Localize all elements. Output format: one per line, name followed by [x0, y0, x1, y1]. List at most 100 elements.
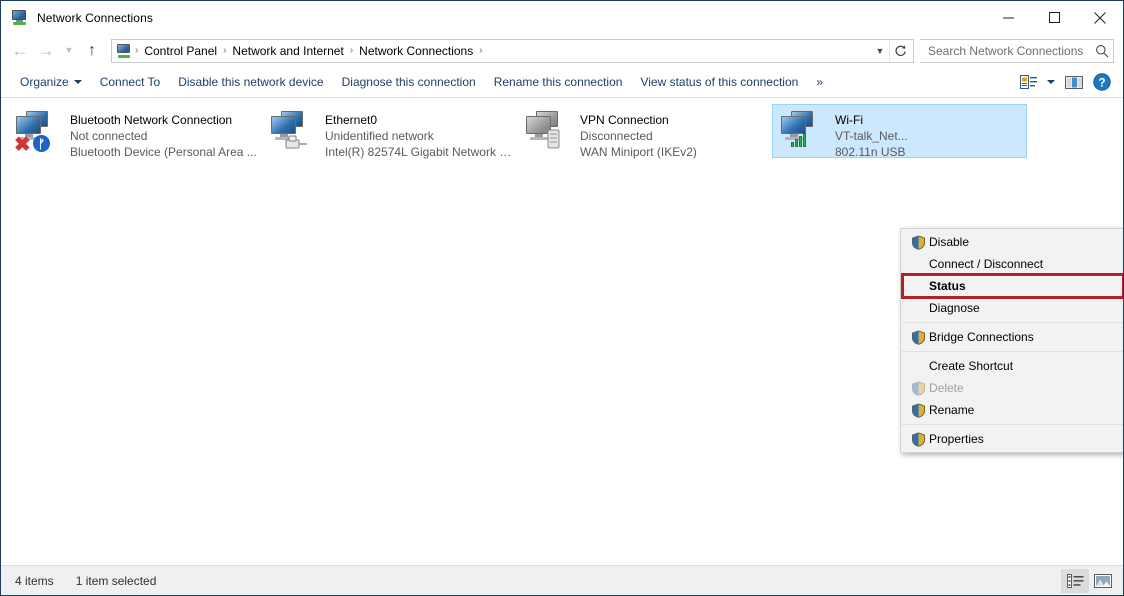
context-menu-separator — [902, 351, 1123, 352]
view-status-label: View status of this connection — [640, 75, 799, 89]
back-arrow-icon: ← — [11, 41, 29, 60]
change-view-icon — [1020, 74, 1037, 89]
vpn-server-badge — [547, 129, 560, 149]
breadcrumb-item-network-and-internet[interactable]: Network and Internet — [227, 42, 348, 60]
refresh-button[interactable] — [889, 39, 911, 62]
context-menu-label: Status — [929, 279, 966, 293]
connection-item-wifi[interactable]: Wi-Fi VT-talk_Net... 802.11n USB — [772, 104, 1027, 159]
connections-list-area: ✖ ᚠ Bluetooth Network Connection Not con… — [1, 98, 1123, 563]
connection-status: Unidentified network — [325, 129, 434, 143]
context-menu-item-properties[interactable]: Properties — [901, 428, 1123, 450]
shield-icon — [907, 380, 929, 396]
disabled-x-badge: ✖ — [14, 134, 31, 156]
connection-item-ethernet0[interactable]: Ethernet0 Unidentified network Intel(R) … — [262, 104, 517, 159]
search-box[interactable] — [920, 38, 1114, 63]
connection-status: VT-talk_Net... — [835, 129, 908, 143]
context-menu-item-bridge-connections[interactable]: Bridge Connections — [901, 326, 1123, 348]
maximize-button[interactable] — [1031, 1, 1077, 34]
search-icon — [1096, 44, 1109, 57]
selection-label: 1 item selected — [75, 573, 157, 588]
large-icons-view-button[interactable] — [1089, 569, 1117, 593]
forward-button[interactable]: → — [33, 39, 59, 63]
context-menu-item-rename[interactable]: Rename — [901, 399, 1123, 421]
breadcrumb-item-network-connections[interactable]: Network Connections — [354, 42, 478, 60]
connection-item-bluetooth[interactable]: ✖ ᚠ Bluetooth Network Connection Not con… — [7, 104, 262, 159]
change-view-dropdown[interactable] — [1043, 69, 1059, 95]
organize-button[interactable]: Organize — [11, 70, 91, 94]
details-view-button[interactable] — [1061, 568, 1089, 593]
details-view-icon — [1066, 573, 1083, 588]
close-button[interactable] — [1077, 1, 1123, 34]
context-menu-label: Properties — [929, 432, 984, 446]
context-menu-label: Rename — [929, 403, 975, 417]
breadcrumb-separator: › — [479, 45, 483, 56]
network-adapter-disabled-icon: ✖ ᚠ — [14, 109, 62, 156]
connect-to-button[interactable]: Connect To — [91, 70, 170, 94]
connection-status: Disconnected — [580, 129, 653, 143]
connection-device: 802.11n USB — [835, 145, 906, 159]
diagnose-connection-label: Diagnose this connection — [341, 75, 476, 89]
overflow-button[interactable]: » — [807, 70, 832, 94]
double-chevron-icon: » — [816, 75, 824, 89]
network-connections-window: Network Connections ← → ▼ ↑ › Control Pa… — [0, 0, 1124, 596]
context-menu-item-disable[interactable]: Disable — [901, 231, 1123, 253]
ethernet-plug-badge — [285, 135, 307, 149]
connection-name: Bluetooth Network Connection — [70, 113, 233, 127]
rename-connection-label: Rename this connection — [493, 75, 623, 89]
context-menu-separator — [902, 322, 1123, 323]
window-controls — [985, 1, 1123, 34]
address-bar-row: ← → ▼ ↑ › Control Panel › Network and In… — [1, 34, 1123, 67]
close-icon — [1094, 11, 1106, 24]
context-menu-item-connect-disconnect[interactable]: Connect / Disconnect — [901, 253, 1123, 275]
address-dropdown-button[interactable]: ▼ — [871, 40, 889, 62]
connection-device: WAN Miniport (IKEv2) — [580, 145, 697, 159]
rename-connection-button[interactable]: Rename this connection — [485, 70, 632, 94]
connection-name: Ethernet0 — [325, 113, 378, 127]
context-menu-item-diagnose[interactable]: Diagnose — [901, 297, 1123, 319]
context-menu-item-status[interactable]: Status — [901, 275, 1123, 297]
status-bar: 4 items 1 item selected — [1, 565, 1123, 595]
window-title: Network Connections — [37, 10, 153, 25]
preview-pane-button[interactable] — [1061, 69, 1087, 95]
preview-pane-icon — [1065, 75, 1083, 89]
connection-name: Wi-Fi — [835, 113, 863, 127]
refresh-icon — [895, 45, 906, 56]
network-adapter-gray-icon — [524, 109, 572, 153]
help-button[interactable]: ? — [1089, 69, 1115, 95]
shield-icon — [907, 329, 929, 345]
breadcrumb[interactable]: › Control Panel › Network and Internet ›… — [111, 38, 914, 63]
context-menu-separator — [902, 424, 1123, 425]
diagnose-connection-button[interactable]: Diagnose this connection — [333, 70, 485, 94]
connection-name: VPN Connection — [580, 113, 669, 127]
help-icon: ? — [1093, 73, 1111, 91]
maximize-icon — [1048, 12, 1060, 23]
minimize-button[interactable] — [985, 1, 1031, 34]
context-menu-item-create-shortcut[interactable]: Create Shortcut — [901, 355, 1123, 377]
disable-device-label: Disable this network device — [178, 75, 324, 89]
chevron-down-icon: ▼ — [64, 45, 74, 55]
connection-item-vpn[interactable]: VPN Connection Disconnected WAN Miniport… — [517, 104, 772, 159]
wifi-signal-badge — [791, 132, 806, 147]
back-button[interactable]: ← — [7, 39, 33, 63]
context-menu-label: Connect / Disconnect — [929, 257, 1044, 271]
chevron-down-icon — [73, 80, 82, 84]
up-button[interactable]: ↑ — [79, 39, 105, 63]
context-menu-label: Disable — [929, 235, 970, 249]
disable-device-button[interactable]: Disable this network device — [169, 70, 332, 94]
context-menu-label: Create Shortcut — [929, 359, 1014, 373]
view-status-button[interactable]: View status of this connection — [631, 70, 807, 94]
command-bar: Organize Connect To Disable this network… — [1, 67, 1123, 98]
connect-to-label: Connect To — [99, 75, 161, 89]
connection-device: Intel(R) 82574L Gigabit Network C... — [325, 145, 512, 159]
context-menu-item-delete: Delete — [901, 377, 1123, 399]
breadcrumb-item-control-panel[interactable]: Control Panel — [139, 42, 222, 60]
recent-locations-button[interactable]: ▼ — [59, 39, 79, 63]
up-arrow-icon: ↑ — [88, 41, 96, 59]
large-icons-view-icon — [1094, 573, 1112, 588]
search-input[interactable] — [928, 43, 1092, 58]
connection-device: Bluetooth Device (Personal Area ... — [70, 145, 257, 159]
change-view-button[interactable] — [1016, 69, 1041, 95]
network-adapter-icon — [269, 109, 317, 153]
bluetooth-badge: ᚠ — [33, 135, 50, 152]
chevron-down-icon — [1047, 80, 1055, 84]
